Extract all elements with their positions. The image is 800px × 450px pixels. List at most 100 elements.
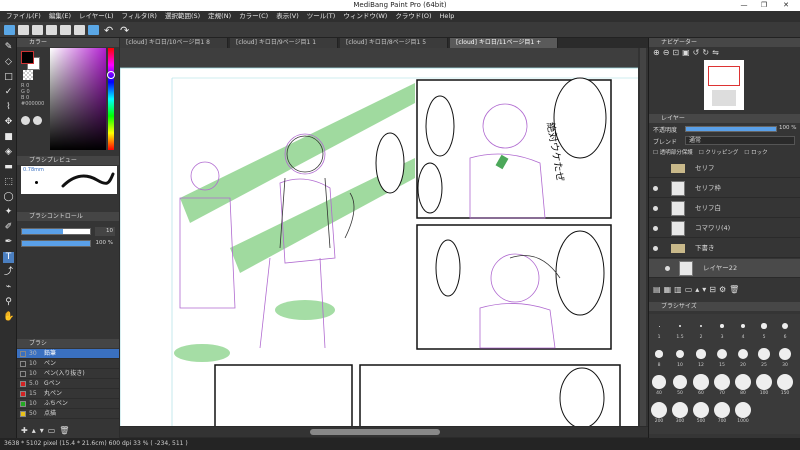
blend-mode-select[interactable]: 通常: [685, 136, 795, 145]
minimize-button[interactable]: —: [736, 0, 752, 11]
dot-tool-icon[interactable]: □: [3, 72, 14, 83]
delete-layer-icon[interactable]: 🗑: [729, 285, 742, 294]
color-wheel-icon[interactable]: [21, 116, 30, 125]
open-icon[interactable]: [18, 25, 29, 35]
layout-icon[interactable]: [60, 25, 71, 35]
add-brush-icon[interactable]: ✚: [21, 426, 32, 435]
new-halftone-icon[interactable]: ▦: [664, 285, 675, 294]
eyedropper-icon[interactable]: ⚲: [3, 297, 14, 308]
brush-size-option[interactable]: [696, 349, 706, 359]
brush-size-option[interactable]: [672, 402, 688, 418]
add-folder-icon[interactable]: ▭: [685, 285, 696, 294]
tab-page-9[interactable]: [cloud] キロ日/9ページ目1 1: [230, 38, 338, 48]
brush-size-option[interactable]: [735, 374, 751, 390]
divide-tool-icon[interactable]: ⌁: [3, 282, 14, 293]
menu-layer[interactable]: レイヤー(L): [75, 11, 118, 22]
brush-size-option[interactable]: [714, 374, 730, 390]
pen-tool-icon[interactable]: ⌇: [3, 102, 14, 113]
brush-item[interactable]: 15 丸ペン: [17, 389, 119, 399]
menu-tool[interactable]: ツール(T): [303, 11, 340, 22]
layer-item[interactable]: レイヤー22: [649, 259, 800, 278]
brush-size-option[interactable]: [693, 374, 709, 390]
select-tool-icon[interactable]: ⬚: [3, 177, 14, 188]
transparent-swatch[interactable]: [23, 70, 33, 80]
brush-tool-icon[interactable]: ✎: [3, 42, 14, 53]
close-button[interactable]: ✕: [778, 0, 794, 11]
menu-filter[interactable]: フィルタ(R): [118, 11, 161, 22]
layer-visibility-icon[interactable]: [665, 266, 670, 271]
brush-size-option[interactable]: [651, 402, 667, 418]
tab-page-8[interactable]: [cloud] キロ日/8ページ目1 5: [340, 38, 448, 48]
manga-canvas[interactable]: 絶対ウケたぜ: [120, 48, 648, 426]
brush-size-option[interactable]: [781, 322, 789, 330]
new-8bit-icon[interactable]: ▥: [674, 285, 685, 294]
brush-item[interactable]: 50 点描: [17, 409, 119, 419]
brush-size-option[interactable]: [658, 325, 660, 327]
layer-item[interactable]: コマワリ(4): [649, 219, 800, 238]
menu-help[interactable]: Help: [436, 11, 459, 22]
fill-tool-icon[interactable]: ◈: [3, 147, 14, 158]
new-file-icon[interactable]: [4, 25, 15, 35]
brush-item[interactable]: 30 鉛筆: [17, 349, 119, 359]
tab-page-11[interactable]: [cloud] キロ日/11ページ目1 +: [450, 38, 558, 48]
canvas-area[interactable]: 絶対ウケたぜ: [120, 48, 648, 426]
brush-item[interactable]: 5.0 Gペン: [17, 379, 119, 389]
move-tool-icon[interactable]: ✥: [3, 117, 14, 128]
rotate-right-icon[interactable]: ↻: [702, 48, 712, 57]
select-eraser-icon[interactable]: ✒: [3, 237, 14, 248]
actual-size-icon[interactable]: ▣: [682, 48, 693, 57]
horizontal-scroll-thumb[interactable]: [310, 429, 440, 435]
brush-item[interactable]: 10 ペン(入り抜き): [17, 369, 119, 379]
brush-size-option[interactable]: [699, 324, 703, 328]
brush-size-option[interactable]: [756, 374, 772, 390]
color-picker-square[interactable]: [50, 48, 106, 150]
lock-checkbox[interactable]: ☐ ロック: [744, 148, 767, 156]
operation-tool-icon[interactable]: ⤴: [3, 267, 14, 278]
merge-icon[interactable]: ⊟: [709, 285, 719, 294]
menu-view[interactable]: 表示(V): [272, 11, 303, 22]
menu-ruler[interactable]: 定規(N): [204, 11, 235, 22]
brush-size-option[interactable]: [761, 323, 767, 329]
hue-slider[interactable]: [108, 48, 114, 150]
menu-select[interactable]: 選択範囲(S): [161, 11, 204, 22]
brush-size-option[interactable]: [652, 375, 666, 389]
brush-size-value[interactable]: 10: [95, 227, 115, 236]
menu-cloud[interactable]: クラウド(O): [391, 11, 435, 22]
maximize-button[interactable]: ❐: [756, 0, 772, 11]
brush-size-option[interactable]: [777, 374, 793, 390]
select-pen-icon[interactable]: ✐: [3, 222, 14, 233]
menu-edit[interactable]: 編集(E): [45, 11, 75, 22]
brush-size-option[interactable]: [737, 348, 749, 360]
tile-icon[interactable]: [88, 25, 99, 35]
vertical-scrollbar[interactable]: [638, 48, 648, 426]
horizontal-scrollbar[interactable]: [120, 427, 648, 437]
brush-size-option[interactable]: [740, 323, 746, 329]
brush-folder-icon[interactable]: ▭: [48, 426, 60, 435]
zoom-out-icon[interactable]: ⊖: [663, 48, 673, 57]
brush-opacity-value[interactable]: 100 %: [95, 239, 115, 248]
layer-item[interactable]: 下書き: [649, 239, 800, 258]
zoom-in-icon[interactable]: ⊕: [653, 48, 663, 57]
brush-size-option[interactable]: [735, 402, 751, 418]
brush-down-icon[interactable]: ▾: [40, 426, 48, 435]
layer-settings-icon[interactable]: ⚙: [719, 285, 729, 294]
brush-size-option[interactable]: [675, 349, 685, 359]
layer-visibility-icon[interactable]: [653, 186, 658, 191]
layer-item[interactable]: セリフ: [649, 159, 800, 178]
brush-size-option[interactable]: [714, 402, 730, 418]
panel-icon[interactable]: [46, 25, 57, 35]
brush-opacity-slider[interactable]: [21, 240, 91, 247]
undo-icon[interactable]: ↶: [104, 24, 113, 37]
brush-size-option[interactable]: [717, 349, 727, 359]
new-layer-icon[interactable]: ▤: [653, 285, 664, 294]
layer-item[interactable]: セリフ枠: [649, 179, 800, 198]
tab-page-10[interactable]: [cloud] キロ日/10ページ目1 8: [120, 38, 228, 48]
brush-size-option[interactable]: [758, 348, 770, 360]
menu-color[interactable]: カラー(C): [235, 11, 272, 22]
layer-item[interactable]: セリフ白: [649, 199, 800, 218]
fit-icon[interactable]: ⊡: [672, 48, 682, 57]
layer-opacity-slider[interactable]: [685, 126, 777, 132]
primary-color-swatch[interactable]: [21, 51, 34, 64]
flip-icon[interactable]: ⇋: [712, 48, 722, 57]
hand-tool-icon[interactable]: ✋: [3, 312, 14, 323]
